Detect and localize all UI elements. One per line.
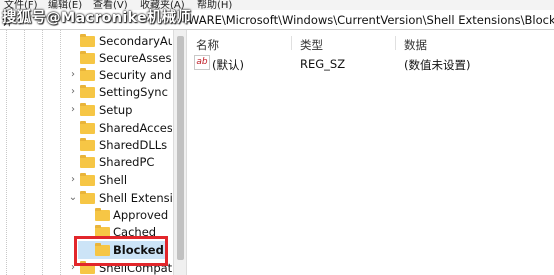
tree-item-label: SecureAssessi <box>99 51 172 65</box>
folder-icon <box>80 68 95 81</box>
tree-item-secondaryauth[interactable]: SecondaryAut <box>0 33 172 50</box>
chevron-right-icon[interactable]: › <box>68 85 78 99</box>
tree-item-shareddlls[interactable]: SharedDLLs <box>0 137 172 154</box>
folder-icon <box>80 155 95 168</box>
expander-icon[interactable] <box>68 51 78 65</box>
menu-help[interactable]: 帮助(H) <box>197 0 232 10</box>
folder-icon <box>95 208 110 221</box>
scrollbar-thumb[interactable] <box>177 36 184 260</box>
tree-item-security-and-maintenance[interactable]: › Security and M <box>0 67 172 84</box>
tree-item-sharedaccess[interactable]: SharedAccess <box>0 120 172 137</box>
folder-icon <box>80 51 95 64</box>
tree-item-label: Security and M <box>99 68 172 82</box>
folder-icon <box>80 173 95 186</box>
column-header-name[interactable]: 名称 <box>196 37 219 53</box>
address-path[interactable]: WARE\Microsoft\Windows\CurrentVersion\Sh… <box>188 13 554 27</box>
watermark-text: 搜狐号@Macronike机械师 <box>2 10 192 26</box>
chevron-right-icon[interactable]: › <box>68 173 78 187</box>
expander-icon[interactable] <box>68 121 78 135</box>
value-data: (数值未设置) <box>404 58 471 72</box>
column-header-type[interactable]: 类型 <box>300 37 323 53</box>
expander-icon[interactable] <box>68 34 78 48</box>
column-divider[interactable] <box>291 36 292 50</box>
tree-item-label: SecondaryAut <box>99 34 172 48</box>
tree-item-label: SharedAccess <box>99 121 172 135</box>
string-value-icon: ab <box>194 55 210 70</box>
chevron-right-icon[interactable]: › <box>68 103 78 117</box>
value-type: REG_SZ <box>300 57 346 71</box>
tree-item-setup[interactable]: › Setup <box>0 102 172 119</box>
tree-item-shell-extensions[interactable]: ⌄ Shell Extensio <box>0 190 172 207</box>
tree-item-label: SharedPC <box>99 155 155 169</box>
tree-item-label: SettingSync <box>99 85 168 99</box>
tree-item-label: Approved <box>113 208 169 222</box>
tree-item-label: Shell Extensio <box>99 191 172 205</box>
folder-icon <box>80 34 95 47</box>
folder-icon <box>80 138 95 151</box>
tree-scrollbar[interactable] <box>173 30 187 275</box>
tree-item-label: Setup <box>99 103 133 117</box>
chevron-down-icon[interactable]: ⌄ <box>68 191 78 205</box>
expander-icon[interactable] <box>84 208 94 222</box>
folder-icon <box>80 121 95 134</box>
tree-item-shell[interactable]: › Shell <box>0 172 172 189</box>
column-header-data[interactable]: 数据 <box>404 37 427 53</box>
column-divider[interactable] <box>395 36 396 50</box>
tree-item-settingsync[interactable]: › SettingSync <box>0 84 172 101</box>
chevron-right-icon[interactable]: › <box>68 68 78 82</box>
tree-item-approved[interactable]: Approved <box>0 207 172 224</box>
expander-icon[interactable] <box>68 138 78 152</box>
expander-icon[interactable] <box>68 155 78 169</box>
tree-item-secureassessment[interactable]: SecureAssessi <box>0 50 172 67</box>
highlight-box <box>74 236 168 266</box>
folder-icon <box>80 191 95 204</box>
folder-icon <box>80 85 95 98</box>
folder-icon <box>80 103 95 116</box>
tree-item-label: Shell <box>99 173 128 187</box>
value-name: (默认) <box>212 58 244 72</box>
tree-item-sharedpc[interactable]: SharedPC <box>0 154 172 171</box>
tree-item-label: SharedDLLs <box>99 138 168 152</box>
values-pane[interactable]: 名称 类型 数据 ab (默认) REG_SZ (数值未设置) <box>188 30 554 275</box>
